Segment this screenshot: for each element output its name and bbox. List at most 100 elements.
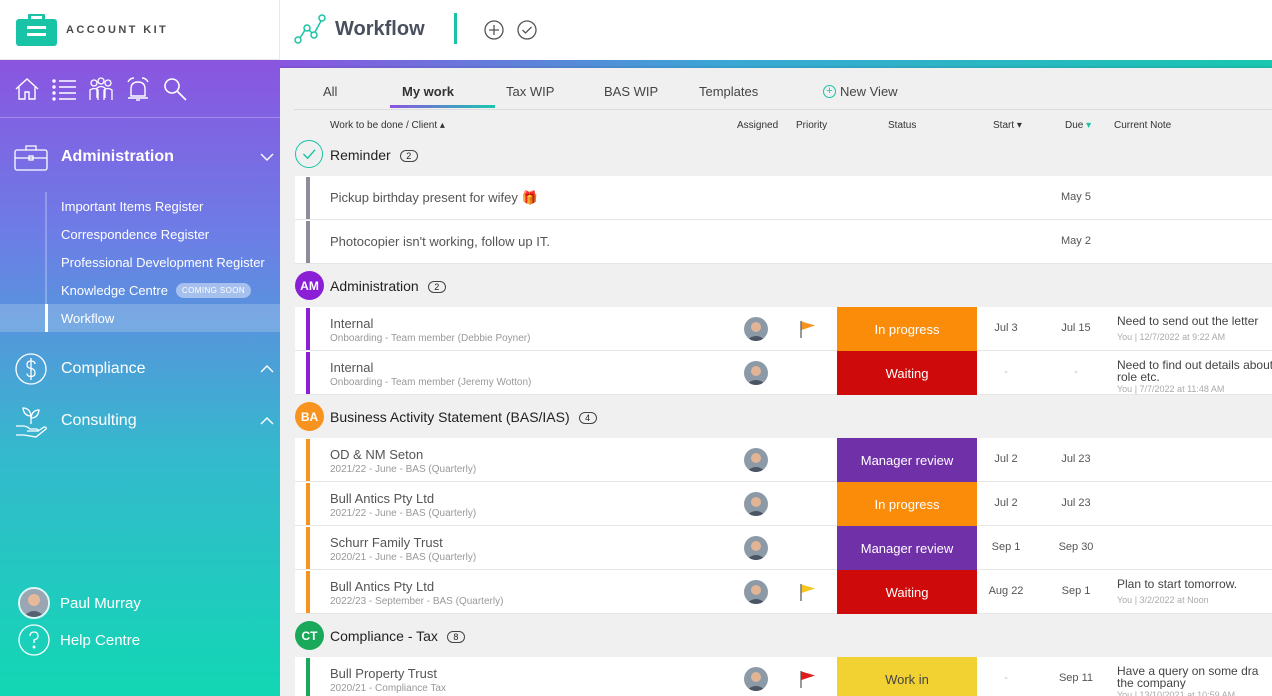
group-header[interactable]: CT Compliance - Tax 8 <box>295 621 1272 651</box>
current-note: Have a query on some dra the company <box>1117 665 1259 689</box>
due-date: Sep 30 <box>1058 541 1094 553</box>
row-color-bar <box>306 658 310 696</box>
status-badge[interactable]: Work in <box>837 657 977 696</box>
check-circle-icon[interactable] <box>517 20 537 40</box>
row-subtitle: Onboarding - Team member (Debbie Poyner) <box>330 333 531 344</box>
status-badge[interactable]: Manager review <box>837 438 977 482</box>
due-date: Jul 23 <box>1061 497 1091 509</box>
start-date: Jul 2 <box>994 453 1018 465</box>
chevron-up-icon[interactable] <box>260 362 274 376</box>
column-header-work[interactable]: Work to be done / Client ▴ <box>330 120 445 131</box>
row-title[interactable]: Internal <box>330 316 373 331</box>
plant-hand-icon <box>16 407 47 438</box>
column-header-start[interactable]: Start ▾ <box>993 120 1022 131</box>
priority-flag-icon[interactable] <box>798 582 818 602</box>
row-color-bar <box>306 439 310 481</box>
administration-submenu: Important Items Register Correspondence … <box>0 192 280 332</box>
priority-flag-icon[interactable] <box>798 669 818 689</box>
sidebar-item-professional-development[interactable]: Professional Development Register <box>0 248 280 276</box>
assignee-avatar[interactable] <box>744 317 768 341</box>
plus-icon: + <box>823 85 836 98</box>
table-row[interactable]: Bull Antics Pty Ltd 2022/23 - September -… <box>295 570 1272 614</box>
current-note: Plan to start tomorrow. <box>1117 578 1238 591</box>
due-date: Jul 15 <box>1061 322 1091 334</box>
tab-tax-wip[interactable]: Tax WIP <box>506 84 554 99</box>
row-title[interactable]: Bull Antics Pty Ltd <box>330 579 434 594</box>
alarm-bell-icon[interactable] <box>125 76 151 102</box>
group-title: Administration 2 <box>330 278 446 294</box>
assignee-avatar[interactable] <box>744 667 768 691</box>
search-icon[interactable] <box>162 76 188 102</box>
table-row[interactable]: Bull Antics Pty Ltd 2021/22 - June - BAS … <box>295 482 1272 526</box>
group-header[interactable]: BA Business Activity Statement (BAS/IAS) 4 <box>295 402 1272 432</box>
note-meta: You | 3/2/2022 at Noon <box>1117 595 1209 605</box>
status-badge[interactable]: In progress <box>837 307 977 351</box>
row-title[interactable]: Internal <box>330 360 373 375</box>
column-header-assigned[interactable]: Assigned <box>737 120 778 131</box>
sidebar-item-workflow[interactable]: Workflow <box>0 304 280 332</box>
chevron-down-icon[interactable] <box>260 150 274 164</box>
priority-flag-icon[interactable] <box>798 319 818 339</box>
start-date: - <box>1004 672 1008 684</box>
new-view-button[interactable]: + New View <box>823 84 898 99</box>
add-icon[interactable] <box>484 20 504 40</box>
group-avatar: CT <box>295 621 324 650</box>
group-title: Compliance - Tax 8 <box>330 628 465 644</box>
group-count-badge: 2 <box>399 150 418 163</box>
group-header[interactable]: Reminder 2 <box>295 140 1272 170</box>
brand-header[interactable]: ACCOUNT KIT <box>0 0 280 60</box>
assignee-avatar[interactable] <box>744 361 768 385</box>
table-row[interactable]: OD & NM Seton 2021/22 - June - BAS (Quart… <box>295 438 1272 482</box>
status-badge[interactable]: In progress <box>837 482 977 526</box>
sidebar-item-label: Professional Development Register <box>61 254 265 270</box>
sidebar-item-correspondence[interactable]: Correspondence Register <box>0 220 280 248</box>
row-title[interactable]: OD & NM Seton <box>330 447 423 462</box>
user-profile[interactable]: Paul Murray <box>18 586 268 620</box>
assignee-avatar[interactable] <box>744 536 768 560</box>
list-icon[interactable] <box>51 76 77 102</box>
status-badge[interactable]: Waiting <box>837 351 977 395</box>
row-title[interactable]: Pickup birthday present for wifey 🎁 <box>330 190 538 206</box>
row-title[interactable]: Bull Antics Pty Ltd <box>330 491 434 506</box>
column-header-note[interactable]: Current Note <box>1114 120 1171 131</box>
table-row[interactable]: Bull Property Trust 2020/21 - Compliance … <box>295 657 1272 696</box>
home-icon[interactable] <box>14 76 40 102</box>
chevron-up-icon[interactable] <box>260 414 274 428</box>
column-header-status[interactable]: Status <box>888 120 916 131</box>
assignee-avatar[interactable] <box>744 492 768 516</box>
help-centre-link[interactable]: Help Centre <box>18 623 268 657</box>
row-title[interactable]: Schurr Family Trust <box>330 535 443 550</box>
tab-templates[interactable]: Templates <box>699 84 758 99</box>
sidebar-item-important-items[interactable]: Important Items Register <box>0 192 280 220</box>
table-row[interactable]: Photocopier isn't working, follow up IT.… <box>295 220 1272 264</box>
section-administration[interactable]: Administration <box>0 137 280 177</box>
status-badge[interactable]: Waiting <box>837 570 977 614</box>
tab-bas-wip[interactable]: BAS WIP <box>604 84 658 99</box>
column-header-due[interactable]: Due ▾ <box>1065 120 1091 131</box>
row-title[interactable]: Bull Property Trust <box>330 666 437 681</box>
row-title[interactable]: Photocopier isn't working, follow up IT. <box>330 234 550 249</box>
status-badge[interactable]: Manager review <box>837 526 977 570</box>
sidebar-item-knowledge-centre[interactable]: Knowledge Centre COMING SOON <box>0 276 280 304</box>
column-header-priority[interactable]: Priority <box>796 120 827 131</box>
page-title: Workflow <box>335 18 425 40</box>
table-row[interactable]: Internal Onboarding - Team member (Jeremy… <box>295 351 1272 395</box>
due-date: - <box>1074 366 1078 378</box>
tab-my-work[interactable]: My work <box>402 84 454 99</box>
start-date: - <box>1004 366 1008 378</box>
row-subtitle: 2021/22 - June - BAS (Quarterly) <box>330 464 477 475</box>
check-circle-icon[interactable] <box>295 140 323 168</box>
section-consulting[interactable]: Consulting <box>0 401 280 441</box>
clients-icon[interactable] <box>88 76 114 102</box>
table-row[interactable]: Pickup birthday present for wifey 🎁 May 5 <box>295 176 1272 220</box>
assignee-avatar[interactable] <box>744 448 768 472</box>
assignee-avatar[interactable] <box>744 580 768 604</box>
table-row[interactable]: Schurr Family Trust 2020/21 - June - BAS … <box>295 526 1272 570</box>
tab-all[interactable]: All <box>323 84 337 99</box>
group-header[interactable]: AM Administration 2 <box>295 271 1272 301</box>
dollar-icon <box>15 353 47 385</box>
text-cursor <box>454 13 457 44</box>
sidebar-item-label: Correspondence Register <box>61 226 210 242</box>
section-compliance[interactable]: Compliance <box>0 349 280 389</box>
table-row[interactable]: Internal Onboarding - Team member (Debbie… <box>295 307 1272 351</box>
